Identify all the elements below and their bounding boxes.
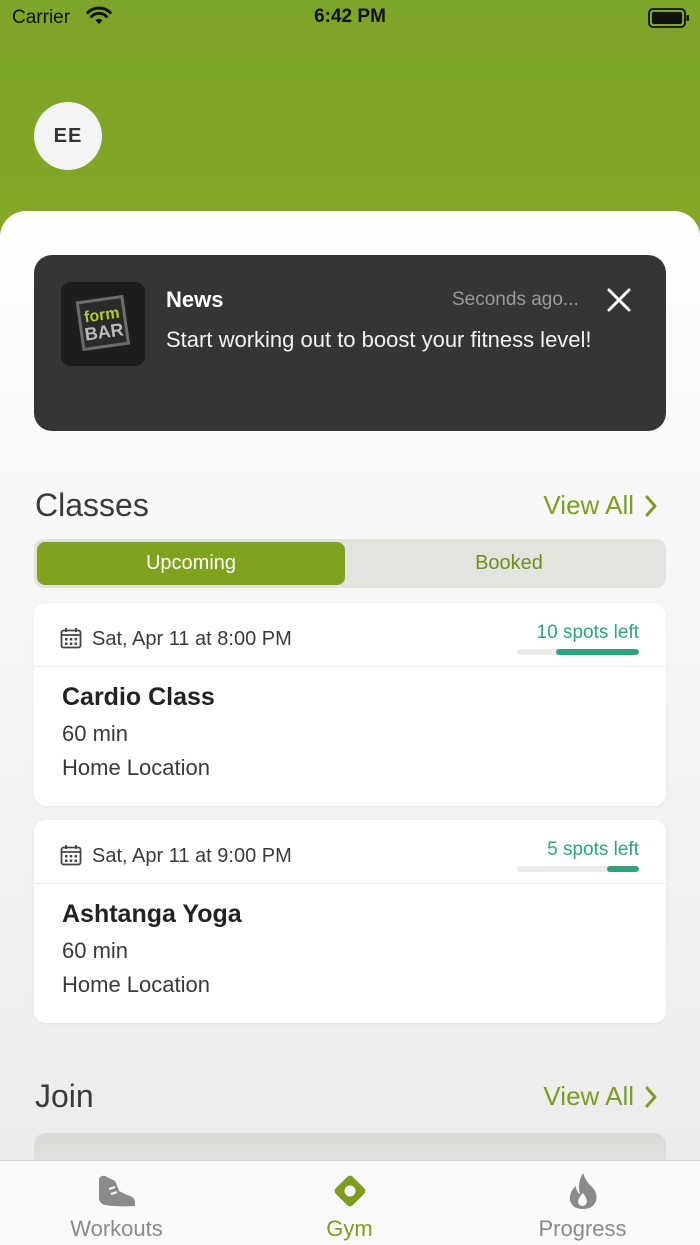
class-location: Home Location <box>62 972 210 997</box>
flame-icon <box>569 1173 596 1209</box>
tab-gym-label: Gym <box>326 1216 373 1241</box>
tab-progress[interactable]: Progress <box>466 1161 699 1245</box>
tab-workouts-label: Workouts <box>70 1216 163 1241</box>
spots-left-label: 5 spots left <box>547 839 639 860</box>
tab-progress-label: Progress <box>538 1216 627 1241</box>
class-date-row: Sat, Apr 11 at 8:00 PM 10 spots left <box>34 603 666 667</box>
notification-title: News <box>166 287 224 312</box>
calendar-icon <box>60 845 82 866</box>
status-bar: Carrier 6:42 PM <box>0 0 700 36</box>
shoe-icon <box>98 1175 135 1207</box>
class-duration: 60 min <box>62 721 129 746</box>
class-name: Cardio Class <box>62 683 215 711</box>
class-date: Sat, Apr 11 at 9:00 PM <box>92 845 292 867</box>
spots-progress-fill <box>607 866 639 872</box>
spots-progress-bar <box>517 866 639 872</box>
news-notification[interactable]: form BAR News Seconds ago... Start worki… <box>34 255 666 431</box>
classes-segmented-control: Upcoming Booked <box>34 539 666 588</box>
class-location: Home Location <box>62 755 210 780</box>
class-name: Ashtanga Yoga <box>62 900 242 928</box>
join-view-all-link[interactable]: View All <box>543 1081 658 1112</box>
location-diamond-icon <box>334 1175 365 1207</box>
tab-booked-label: Booked <box>475 552 543 574</box>
class-card[interactable]: Sat, Apr 11 at 9:00 PM 5 spots left Asht… <box>34 820 666 1023</box>
notification-time: Seconds ago... <box>452 289 579 310</box>
tab-booked[interactable]: Booked <box>355 542 663 585</box>
classes-view-all-label: View All <box>543 490 634 520</box>
tab-gym[interactable]: Gym <box>233 1161 466 1245</box>
class-duration: 60 min <box>62 938 129 963</box>
close-icon[interactable] <box>604 285 634 315</box>
classes-view-all-link[interactable]: View All <box>543 490 658 521</box>
avatar[interactable]: EE <box>34 102 102 170</box>
join-title: Join <box>35 1078 94 1114</box>
tab-workouts[interactable]: Workouts <box>0 1161 233 1245</box>
notification-message: Start working out to boost your fitness … <box>166 327 592 352</box>
spots-progress-bar <box>517 649 639 655</box>
bottom-tab-bar: Workouts Gym Progress <box>0 1160 700 1245</box>
chevron-right-icon <box>645 495 657 516</box>
tab-upcoming[interactable]: Upcoming <box>37 542 345 585</box>
chevron-right-icon <box>645 1086 657 1107</box>
spots-left-label: 10 spots left <box>536 622 639 643</box>
clock: 6:42 PM <box>314 6 386 27</box>
formbar-logo: form BAR <box>61 282 145 366</box>
class-date: Sat, Apr 11 at 8:00 PM <box>92 628 292 650</box>
classes-title: Classes <box>35 487 149 523</box>
calendar-icon <box>60 628 82 649</box>
join-view-all-label: View All <box>543 1081 634 1111</box>
avatar-initials: EE <box>53 124 83 147</box>
spots-progress-fill <box>556 649 639 655</box>
tab-upcoming-label: Upcoming <box>145 552 237 574</box>
battery-icon <box>648 8 689 28</box>
class-date-row: Sat, Apr 11 at 9:00 PM 5 spots left <box>34 820 666 884</box>
class-card[interactable]: Sat, Apr 11 at 8:00 PM 10 spots left Car… <box>34 603 666 806</box>
